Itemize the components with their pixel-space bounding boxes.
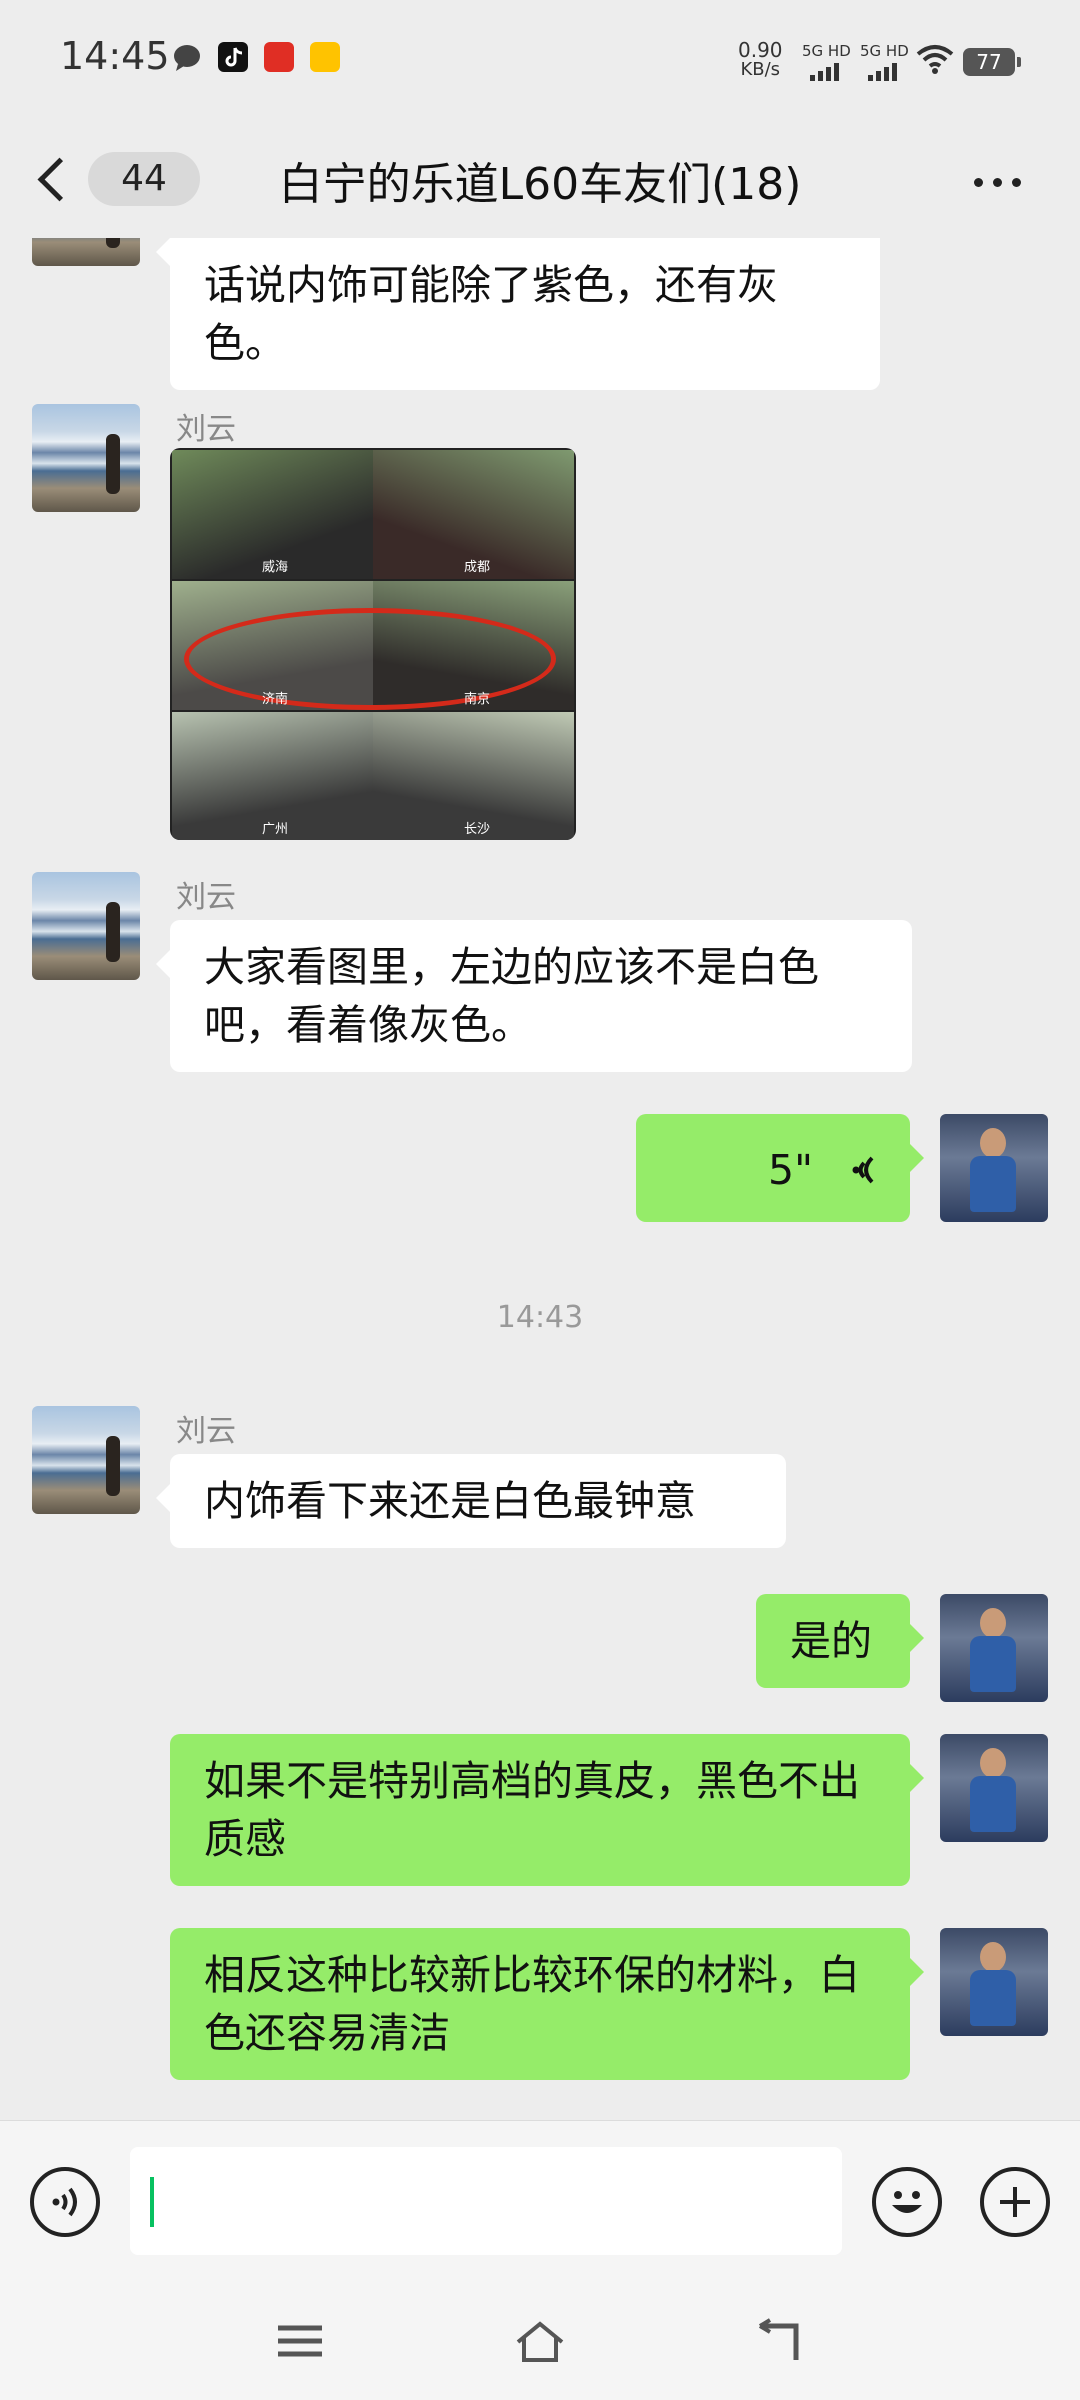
pinduoduo-icon: [264, 42, 294, 72]
voice-wave-icon: [852, 1156, 874, 1184]
more-functions-button[interactable]: [980, 2167, 1050, 2237]
signal-2-label: 5G HD: [860, 42, 909, 60]
tiktok-icon: [218, 42, 248, 72]
input-bar: [0, 2120, 1080, 2281]
text-caret: [150, 2177, 154, 2227]
back-nav-icon[interactable]: [752, 2316, 808, 2366]
image-label: 南京: [464, 692, 491, 707]
message-list[interactable]: 话说内饰可能除了紫色，还有灰色。 刘云 威海 成都 济南 南京 广州 长沙 刘云…: [0, 238, 1080, 2120]
message-bubble[interactable]: 相反这种比较新比较环保的材料，白色还容易清洁: [170, 1928, 924, 2080]
plus-icon: [1000, 2187, 1030, 2217]
chat-bubble-icon: [174, 45, 200, 71]
image-label: 长沙: [464, 822, 491, 837]
voice-input-button[interactable]: [30, 2167, 100, 2237]
sender-name: 刘云: [176, 880, 236, 915]
message-bubble[interactable]: 是的: [756, 1594, 924, 1688]
status-time: 14:45: [60, 34, 170, 78]
avatar[interactable]: [32, 238, 140, 266]
sender-name: 刘云: [176, 412, 236, 447]
signal-2: 5G HD: [856, 42, 910, 81]
signal-1-label: 5G HD: [802, 42, 851, 60]
avatar[interactable]: [940, 1734, 1048, 1842]
signal-1: 5G HD: [798, 42, 852, 81]
chat-title: 白宁的乐道L60车友们(18): [278, 159, 802, 210]
message-bubble[interactable]: 内饰看下来还是白色最钟意: [156, 1454, 786, 1548]
voice-message[interactable]: 5": [636, 1114, 924, 1222]
chat-header: 44 白宁的乐道L60车友们(18): [0, 120, 1080, 238]
image-label: 济南: [262, 692, 289, 707]
network-speed-value: 0.90: [738, 38, 783, 62]
message-input[interactable]: [130, 2147, 842, 2255]
menu-icon[interactable]: [272, 2316, 328, 2366]
sender-name: 刘云: [176, 1414, 236, 1449]
message-bubble[interactable]: 话说内饰可能除了紫色，还有灰色。: [156, 238, 880, 390]
status-bar: 14:45 0.90 KB/s 5G HD 5G HD 77: [0, 0, 1080, 120]
image-label: 威海: [262, 560, 289, 575]
network-speed-unit: KB/s: [740, 59, 781, 80]
avatar[interactable]: [32, 404, 140, 512]
meituan-icon: [310, 42, 340, 72]
network-speed: 0.90 KB/s: [738, 40, 783, 80]
voice-icon: [52, 2187, 77, 2217]
system-nav-bar: [0, 2280, 1080, 2400]
avatar[interactable]: [940, 1114, 1048, 1222]
back-button[interactable]: 44: [36, 146, 200, 210]
avatar[interactable]: [32, 872, 140, 980]
more-icon: [974, 178, 983, 187]
home-icon[interactable]: [512, 2316, 568, 2366]
image-label: 广州: [262, 822, 289, 837]
image-label: 成都: [464, 560, 491, 575]
highlight-circle: [184, 608, 556, 710]
voice-duration: 5": [768, 1146, 813, 1194]
image-message[interactable]: 威海 成都 济南 南京 广州 长沙: [170, 448, 576, 840]
avatar[interactable]: [940, 1928, 1048, 2036]
signal-bars-icon: [868, 62, 900, 81]
avatar[interactable]: [32, 1406, 140, 1514]
unread-count-badge: 44: [88, 152, 200, 206]
message-bubble[interactable]: 如果不是特别高档的真皮，黑色不出质感: [170, 1734, 924, 1886]
wifi-icon: [916, 45, 954, 74]
emoji-button[interactable]: [872, 2167, 942, 2237]
message-bubble[interactable]: 大家看图里，左边的应该不是白色吧，看着像灰色。: [156, 920, 912, 1072]
chevron-left-icon: [37, 157, 82, 202]
signal-bars-icon: [810, 62, 842, 81]
time-separator: 14:43: [496, 1300, 584, 1335]
avatar[interactable]: [940, 1594, 1048, 1702]
more-options-button[interactable]: [974, 172, 1034, 187]
battery-icon: 77: [963, 48, 1021, 76]
emoji-icon: [892, 2191, 922, 2213]
